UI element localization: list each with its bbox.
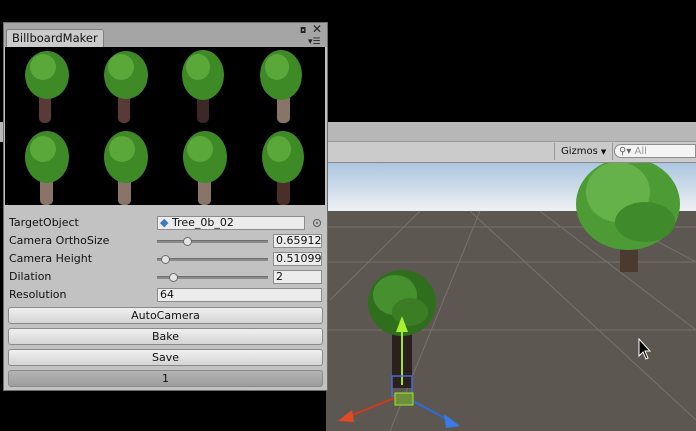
auto-camera-button[interactable]: AutoCamera <box>8 307 323 324</box>
resolution-label: Resolution <box>9 288 67 301</box>
window-tabbar: BillboardMaker ◘ ✕ ▾☰ <box>4 23 327 47</box>
save-button[interactable]: Save <box>8 349 323 366</box>
camera-height-slider-thumb[interactable] <box>161 255 171 264</box>
chevron-down-icon: ▼ <box>600 148 607 156</box>
dilation-label: Dilation <box>9 270 52 283</box>
dilation-slider-thumb[interactable] <box>169 273 179 282</box>
preview-tree-6 <box>104 131 148 205</box>
target-object-label: TargetObject <box>9 216 79 229</box>
resolution-input[interactable]: 64 <box>157 288 322 302</box>
preview-tree-2 <box>104 51 148 123</box>
preview-tree-3 <box>182 50 224 123</box>
gizmos-dropdown[interactable]: Gizmos ▼ <box>554 143 614 160</box>
close-icon[interactable]: ✕ <box>312 23 322 35</box>
preview-tree-4 <box>260 50 302 123</box>
object-picker-icon[interactable] <box>313 219 321 227</box>
scene-toolbar: Gizmos ▼ ⚲▾ All <box>326 141 696 163</box>
search-placeholder: All <box>634 146 647 157</box>
camera-ortho-size-label: Camera OrthoSize <box>9 234 110 247</box>
page-button[interactable]: 1 <box>8 370 323 387</box>
tab-title: BillboardMaker <box>12 31 98 45</box>
dilation-input[interactable]: 2 <box>273 270 322 284</box>
preview-tree-1 <box>25 51 69 123</box>
cube-icon: ◆ <box>160 216 169 229</box>
camera-ortho-size-input[interactable]: 0.65912 <box>273 234 322 248</box>
camera-height-slider[interactable] <box>157 258 268 261</box>
search-icon: ⚲▾ <box>619 146 632 157</box>
billboard-preview <box>5 47 325 205</box>
gizmos-label: Gizmos <box>561 146 598 157</box>
preview-tree-7 <box>183 131 227 205</box>
camera-ortho-size-slider-thumb[interactable] <box>182 237 192 246</box>
preview-tree-8 <box>262 131 304 205</box>
maximize-icon[interactable]: ◘ <box>300 26 306 36</box>
bake-button[interactable]: Bake <box>8 328 323 345</box>
target-object-value: Tree_0b_02 <box>171 216 234 229</box>
preview-tree-5 <box>25 131 69 205</box>
window-menu-icon[interactable]: ▾☰ <box>308 37 321 47</box>
camera-ortho-size-slider[interactable] <box>157 240 268 243</box>
camera-height-label: Camera Height <box>9 252 93 265</box>
billboard-maker-window: BillboardMaker ◘ ✕ ▾☰ TargetObject ◆ Tre… <box>3 22 328 391</box>
target-object-field[interactable]: ◆ Tree_0b_02 <box>157 216 305 230</box>
tab-billboard-maker[interactable]: BillboardMaker <box>6 29 104 47</box>
camera-height-input[interactable]: 0.51099 <box>273 252 322 266</box>
scene-search-input[interactable]: ⚲▾ All <box>614 144 696 158</box>
